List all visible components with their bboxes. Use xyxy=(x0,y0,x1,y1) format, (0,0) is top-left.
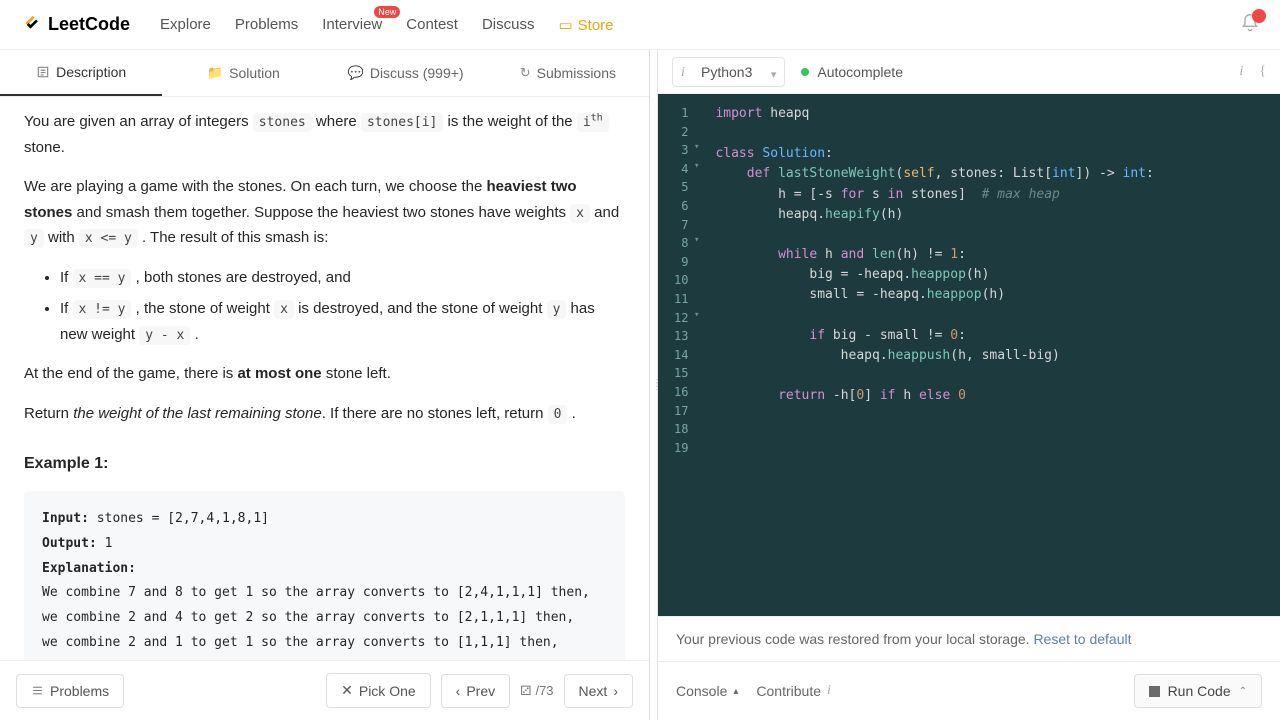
code-stones: stones xyxy=(253,113,312,132)
header-right xyxy=(1240,13,1260,36)
code-editor[interactable]: 123▾4▾5678▾9101112▾13141516171819 import… xyxy=(658,94,1280,616)
tab-submissions[interactable]: ↻ Submissions xyxy=(487,50,649,96)
brand-text: LeetCode xyxy=(48,14,130,35)
nav-interview[interactable]: InterviewNew xyxy=(322,16,382,33)
example-block: Input: stones = [2,7,4,1,8,1] Output: 1 … xyxy=(24,491,625,660)
notif-badge xyxy=(1252,9,1266,23)
code-stones-i: stones[i] xyxy=(361,113,443,132)
submissions-icon: ↻ xyxy=(520,65,531,81)
autocomplete-status: Autocomplete xyxy=(801,64,903,80)
discuss-icon: 💬 xyxy=(348,65,364,81)
grip-icon: ⋮⋮ xyxy=(652,382,662,388)
problem-description: You are given an array of integers stone… xyxy=(0,97,649,660)
chevron-right-icon: › xyxy=(613,683,618,699)
top-nav: LeetCode Explore Problems InterviewNew C… xyxy=(0,0,1280,50)
left-tabs: Description 📁 Solution 💬 Discuss (999+) … xyxy=(0,50,649,97)
right-pane: i Python3 ▾ Autocomplete i { 123▾4▾5678▾… xyxy=(658,50,1280,720)
nav-explore[interactable]: Explore xyxy=(160,16,211,33)
new-badge: New xyxy=(374,6,400,18)
editor-toolbar: i Python3 ▾ Autocomplete i { xyxy=(658,50,1280,94)
nav-problems[interactable]: Problems xyxy=(235,16,298,33)
prev-button[interactable]: ‹ Prev xyxy=(441,674,510,708)
info-icon: i xyxy=(827,683,831,699)
chevron-down-icon: ▾ xyxy=(771,68,777,81)
page-count: ⚂ /73 xyxy=(520,683,553,699)
pane-splitter[interactable]: ⋮⋮ xyxy=(650,50,658,720)
run-code-button[interactable]: Run Code ⌃ xyxy=(1134,674,1262,708)
nav-contest[interactable]: Contest xyxy=(406,16,458,33)
pager: ✕ Pick One ‹ Prev ⚂ /73 Next › xyxy=(326,673,633,708)
info-icon: i xyxy=(681,65,685,81)
status-dot-icon xyxy=(801,68,809,76)
list-icon xyxy=(31,684,44,697)
chevron-left-icon: ‹ xyxy=(456,683,461,699)
console-toggle[interactable]: Console ▴ xyxy=(676,683,738,699)
nav-links: Explore Problems InterviewNew Contest Di… xyxy=(160,16,614,34)
left-pane: Description 📁 Solution 💬 Discuss (999+) … xyxy=(0,50,650,720)
logo[interactable]: LeetCode xyxy=(20,14,130,36)
pick-one-button[interactable]: ✕ Pick One xyxy=(326,673,431,708)
next-button[interactable]: Next › xyxy=(564,674,633,708)
example-heading: Example 1: xyxy=(24,450,625,477)
editor-settings-icon[interactable]: { xyxy=(1259,64,1266,80)
language-select[interactable]: i Python3 ▾ xyxy=(672,57,785,87)
editor-info-icon[interactable]: i xyxy=(1239,64,1243,80)
run-icon xyxy=(1149,686,1160,697)
nav-store[interactable]: ▭Store xyxy=(558,16,613,34)
solution-icon: 📁 xyxy=(207,65,223,81)
leetcode-icon xyxy=(20,14,42,36)
code-i: ith xyxy=(577,113,609,132)
problems-button[interactable]: Problems xyxy=(16,674,124,708)
contribute-link[interactable]: Contribute i xyxy=(756,683,830,699)
reset-link[interactable]: Reset to default xyxy=(1033,631,1131,647)
nav-discuss[interactable]: Discuss xyxy=(482,16,535,33)
tab-solution[interactable]: 📁 Solution xyxy=(162,50,324,96)
restore-notice: Your previous code was restored from you… xyxy=(658,616,1280,661)
chevron-up-icon: ⌃ xyxy=(1239,686,1247,697)
tab-description[interactable]: Description xyxy=(0,50,162,96)
tab-discuss[interactable]: 💬 Discuss (999+) xyxy=(325,50,487,96)
chevron-up-icon: ▴ xyxy=(733,686,738,697)
shuffle-icon: ✕ xyxy=(341,682,353,699)
line-gutter: 123▾4▾5678▾9101112▾13141516171819 xyxy=(658,94,709,616)
code-area[interactable]: import heapq class Solution: def lastSto… xyxy=(709,94,1167,616)
shuffle-small-icon: ⚂ xyxy=(520,683,531,699)
right-bottom-bar: Console ▴ Contribute i Run Code ⌃ xyxy=(658,661,1280,720)
left-bottom-bar: Problems ✕ Pick One ‹ Prev ⚂ /73 Next xyxy=(0,660,649,720)
description-icon xyxy=(36,65,50,79)
